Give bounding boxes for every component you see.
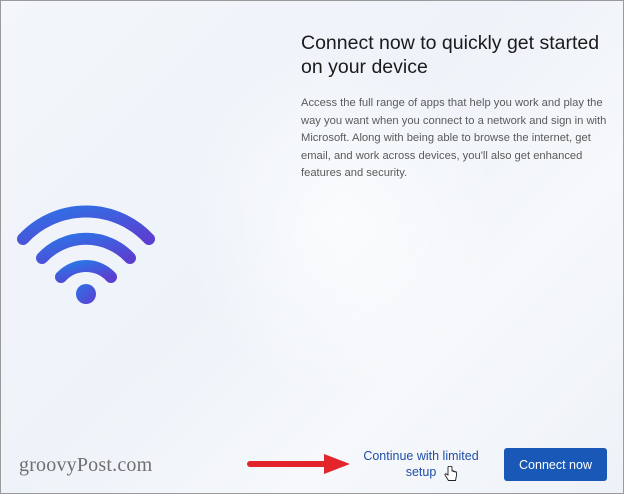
hand-cursor-icon: [444, 466, 457, 481]
setup-window: Connect now to quickly get started on yo…: [0, 0, 624, 494]
red-arrow-icon: [247, 454, 350, 474]
page-title: Connect now to quickly get started on yo…: [301, 32, 600, 78]
page-description: Access the full range of apps that help …: [301, 97, 607, 179]
watermark: groovyPost.com: [19, 454, 153, 476]
main-content: Connect now to quickly get started on yo…: [301, 31, 611, 183]
wifi-icon: [17, 205, 155, 304]
connect-now-button[interactable]: Connect now: [504, 448, 607, 481]
limited-setup-link[interactable]: Continue with limited setup: [353, 448, 489, 480]
